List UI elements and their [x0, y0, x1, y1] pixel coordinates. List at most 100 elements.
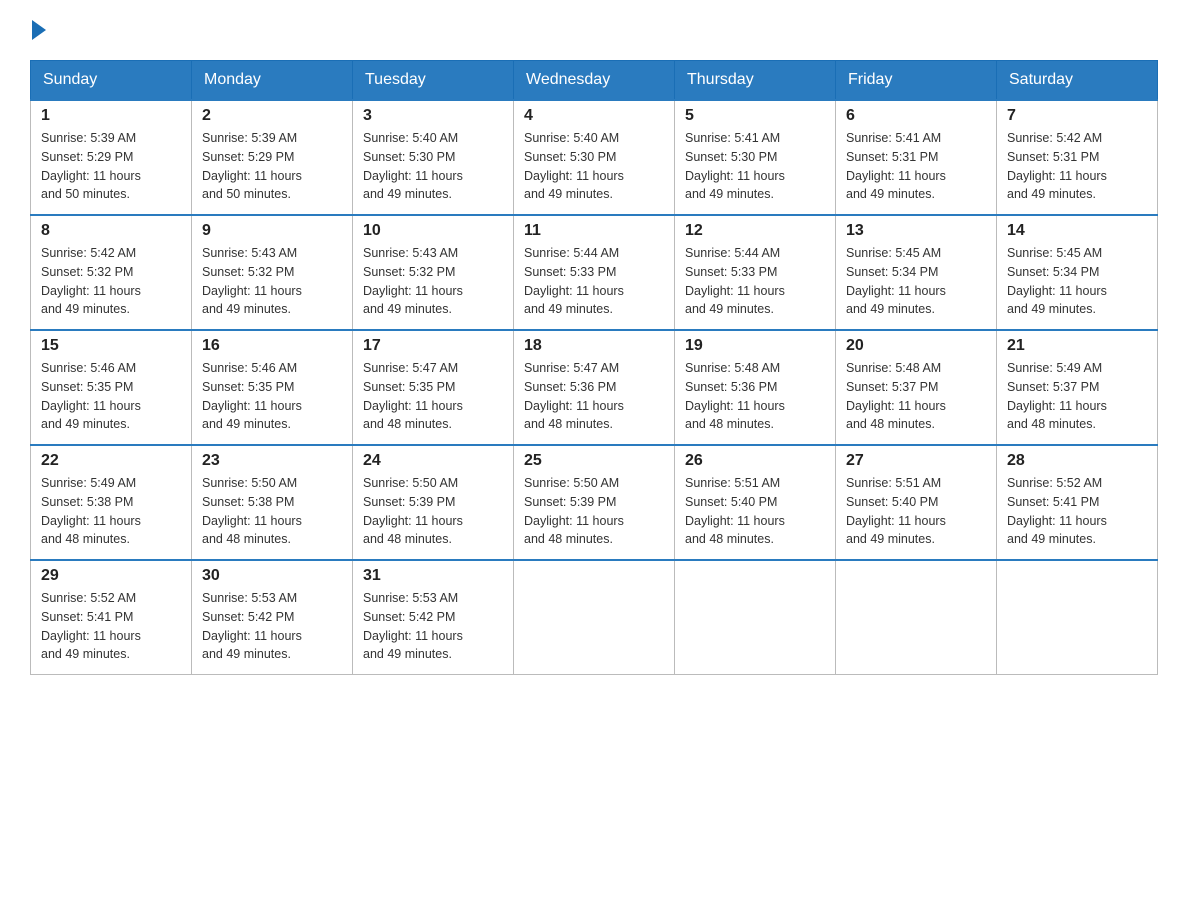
day-info: Sunrise: 5:49 AMSunset: 5:38 PMDaylight:…: [41, 474, 181, 549]
day-info: Sunrise: 5:40 AMSunset: 5:30 PMDaylight:…: [524, 129, 664, 204]
day-number: 30: [202, 567, 342, 585]
day-info: Sunrise: 5:46 AMSunset: 5:35 PMDaylight:…: [41, 359, 181, 434]
calendar-cell: 22 Sunrise: 5:49 AMSunset: 5:38 PMDayligh…: [31, 445, 192, 560]
day-info: Sunrise: 5:50 AMSunset: 5:38 PMDaylight:…: [202, 474, 342, 549]
calendar-cell: 15Sunrise: 5:46 AMSunset: 5:35 PMDayligh…: [31, 330, 192, 445]
day-number: 1: [41, 107, 181, 125]
calendar-cell: 5 Sunrise: 5:41 AMSunset: 5:30 PMDaylight…: [675, 100, 836, 215]
day-info: Sunrise: 5:39 AMSunset: 5:29 PMDaylight:…: [202, 129, 342, 204]
week-row-3: 15Sunrise: 5:46 AMSunset: 5:35 PMDayligh…: [31, 330, 1158, 445]
day-number: 18: [524, 337, 664, 355]
day-number: 5: [685, 107, 825, 125]
day-info: Sunrise: 5:44 AMSunset: 5:33 PMDaylight:…: [685, 244, 825, 319]
day-number: 13: [846, 222, 986, 240]
day-info: Sunrise: 5:42 AMSunset: 5:32 PMDaylight:…: [41, 244, 181, 319]
calendar-header-row: Sunday Monday Tuesday Wednesday Thursday…: [31, 61, 1158, 101]
day-info: Sunrise: 5:49 AMSunset: 5:37 PMDaylight:…: [1007, 359, 1147, 434]
day-number: 19: [685, 337, 825, 355]
day-info: Sunrise: 5:40 AMSunset: 5:30 PMDaylight:…: [363, 129, 503, 204]
week-row-4: 22 Sunrise: 5:49 AMSunset: 5:38 PMDayligh…: [31, 445, 1158, 560]
day-number: 20: [846, 337, 986, 355]
header-saturday: Saturday: [997, 61, 1158, 101]
calendar-cell: 17 Sunrise: 5:47 AMSunset: 5:35 PMDayligh…: [353, 330, 514, 445]
calendar-cell: 27Sunrise: 5:51 AMSunset: 5:40 PMDayligh…: [836, 445, 997, 560]
header-sunday: Sunday: [31, 61, 192, 101]
calendar-cell: 12Sunrise: 5:44 AMSunset: 5:33 PMDayligh…: [675, 215, 836, 330]
calendar-cell: 19 Sunrise: 5:48 AMSunset: 5:36 PMDayligh…: [675, 330, 836, 445]
calendar-table: Sunday Monday Tuesday Wednesday Thursday…: [30, 60, 1158, 675]
week-row-5: 29 Sunrise: 5:52 AMSunset: 5:41 PMDayligh…: [31, 560, 1158, 675]
calendar-cell: 6 Sunrise: 5:41 AMSunset: 5:31 PMDaylight…: [836, 100, 997, 215]
day-info: Sunrise: 5:43 AMSunset: 5:32 PMDaylight:…: [363, 244, 503, 319]
day-number: 23: [202, 452, 342, 470]
day-number: 31: [363, 567, 503, 585]
day-info: Sunrise: 5:42 AMSunset: 5:31 PMDaylight:…: [1007, 129, 1147, 204]
day-info: Sunrise: 5:47 AMSunset: 5:36 PMDaylight:…: [524, 359, 664, 434]
calendar-cell: 10 Sunrise: 5:43 AMSunset: 5:32 PMDayligh…: [353, 215, 514, 330]
day-info: Sunrise: 5:47 AMSunset: 5:35 PMDaylight:…: [363, 359, 503, 434]
day-info: Sunrise: 5:46 AMSunset: 5:35 PMDaylight:…: [202, 359, 342, 434]
calendar-cell: 11Sunrise: 5:44 AMSunset: 5:33 PMDayligh…: [514, 215, 675, 330]
calendar-cell: 14Sunrise: 5:45 AMSunset: 5:34 PMDayligh…: [997, 215, 1158, 330]
calendar-cell: 26 Sunrise: 5:51 AMSunset: 5:40 PMDayligh…: [675, 445, 836, 560]
day-number: 6: [846, 107, 986, 125]
day-info: Sunrise: 5:53 AMSunset: 5:42 PMDaylight:…: [363, 589, 503, 664]
logo: [30, 20, 47, 40]
day-info: Sunrise: 5:53 AMSunset: 5:42 PMDaylight:…: [202, 589, 342, 664]
calendar-cell: [675, 560, 836, 675]
day-info: Sunrise: 5:50 AMSunset: 5:39 PMDaylight:…: [363, 474, 503, 549]
header-thursday: Thursday: [675, 61, 836, 101]
day-number: 17: [363, 337, 503, 355]
day-info: Sunrise: 5:48 AMSunset: 5:36 PMDaylight:…: [685, 359, 825, 434]
day-info: Sunrise: 5:45 AMSunset: 5:34 PMDaylight:…: [1007, 244, 1147, 319]
day-number: 4: [524, 107, 664, 125]
week-row-1: 1 Sunrise: 5:39 AMSunset: 5:29 PMDaylight…: [31, 100, 1158, 215]
logo-arrow-icon: [32, 20, 46, 40]
header-friday: Friday: [836, 61, 997, 101]
day-number: 25: [524, 452, 664, 470]
day-number: 10: [363, 222, 503, 240]
calendar-cell: 3 Sunrise: 5:40 AMSunset: 5:30 PMDaylight…: [353, 100, 514, 215]
day-info: Sunrise: 5:52 AMSunset: 5:41 PMDaylight:…: [41, 589, 181, 664]
day-number: 29: [41, 567, 181, 585]
calendar-cell: 31 Sunrise: 5:53 AMSunset: 5:42 PMDayligh…: [353, 560, 514, 675]
day-number: 24: [363, 452, 503, 470]
day-info: Sunrise: 5:52 AMSunset: 5:41 PMDaylight:…: [1007, 474, 1147, 549]
calendar-cell: 21 Sunrise: 5:49 AMSunset: 5:37 PMDayligh…: [997, 330, 1158, 445]
calendar-cell: 18 Sunrise: 5:47 AMSunset: 5:36 PMDayligh…: [514, 330, 675, 445]
calendar-cell: [836, 560, 997, 675]
day-number: 21: [1007, 337, 1147, 355]
day-number: 3: [363, 107, 503, 125]
calendar-cell: [514, 560, 675, 675]
day-number: 22: [41, 452, 181, 470]
day-number: 16: [202, 337, 342, 355]
day-info: Sunrise: 5:41 AMSunset: 5:31 PMDaylight:…: [846, 129, 986, 204]
day-number: 27: [846, 452, 986, 470]
calendar-cell: 25 Sunrise: 5:50 AMSunset: 5:39 PMDayligh…: [514, 445, 675, 560]
day-info: Sunrise: 5:51 AMSunset: 5:40 PMDaylight:…: [685, 474, 825, 549]
day-info: Sunrise: 5:44 AMSunset: 5:33 PMDaylight:…: [524, 244, 664, 319]
day-info: Sunrise: 5:50 AMSunset: 5:39 PMDaylight:…: [524, 474, 664, 549]
day-number: 8: [41, 222, 181, 240]
calendar-cell: 8 Sunrise: 5:42 AMSunset: 5:32 PMDaylight…: [31, 215, 192, 330]
week-row-2: 8 Sunrise: 5:42 AMSunset: 5:32 PMDaylight…: [31, 215, 1158, 330]
page-header: [30, 20, 1158, 40]
day-number: 9: [202, 222, 342, 240]
logo-blue-part: [30, 20, 47, 40]
calendar-cell: 30 Sunrise: 5:53 AMSunset: 5:42 PMDayligh…: [192, 560, 353, 675]
header-wednesday: Wednesday: [514, 61, 675, 101]
day-info: Sunrise: 5:48 AMSunset: 5:37 PMDaylight:…: [846, 359, 986, 434]
calendar-cell: 20 Sunrise: 5:48 AMSunset: 5:37 PMDayligh…: [836, 330, 997, 445]
calendar-cell: 4 Sunrise: 5:40 AMSunset: 5:30 PMDaylight…: [514, 100, 675, 215]
calendar-cell: 7 Sunrise: 5:42 AMSunset: 5:31 PMDaylight…: [997, 100, 1158, 215]
calendar-cell: 24 Sunrise: 5:50 AMSunset: 5:39 PMDayligh…: [353, 445, 514, 560]
header-monday: Monday: [192, 61, 353, 101]
day-number: 2: [202, 107, 342, 125]
day-info: Sunrise: 5:43 AMSunset: 5:32 PMDaylight:…: [202, 244, 342, 319]
calendar-cell: [997, 560, 1158, 675]
day-info: Sunrise: 5:41 AMSunset: 5:30 PMDaylight:…: [685, 129, 825, 204]
day-number: 26: [685, 452, 825, 470]
calendar-cell: 28Sunrise: 5:52 AMSunset: 5:41 PMDayligh…: [997, 445, 1158, 560]
day-number: 7: [1007, 107, 1147, 125]
calendar-cell: 2 Sunrise: 5:39 AMSunset: 5:29 PMDaylight…: [192, 100, 353, 215]
